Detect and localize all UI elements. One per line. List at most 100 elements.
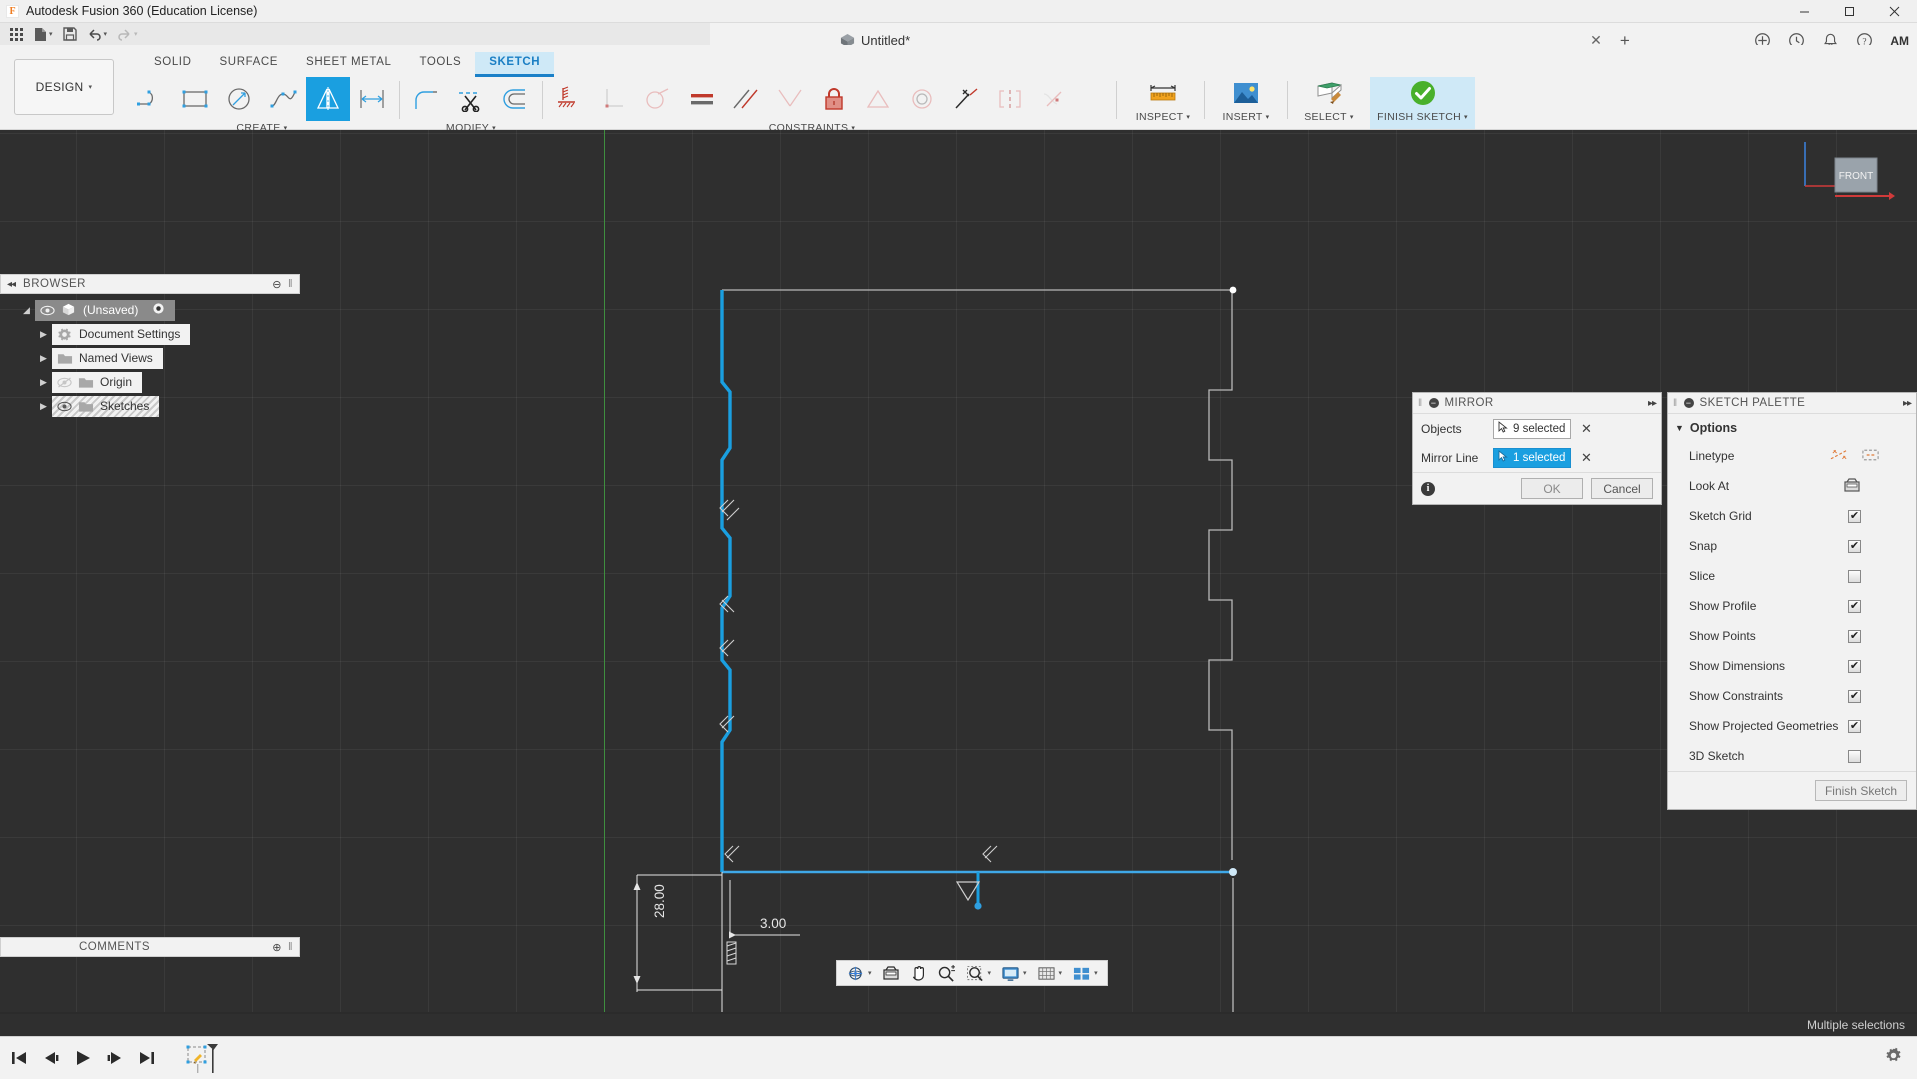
close-button[interactable]	[1872, 0, 1917, 23]
tab-sheet-metal[interactable]: SHEET METAL	[292, 52, 405, 74]
comments-grip-icon[interactable]: ‖	[288, 941, 293, 953]
jump-to-end-icon[interactable]	[138, 1050, 156, 1066]
jump-to-beginning-icon[interactable]	[10, 1050, 28, 1066]
zoom-window-button[interactable]: ▾	[962, 962, 996, 984]
objects-selection-box[interactable]: 9 selected	[1493, 419, 1571, 439]
redo-icon[interactable]: ▾	[113, 24, 142, 44]
dialog-forward-icon[interactable]: ▸▸	[1648, 398, 1656, 409]
tab-surface[interactable]: SURFACE	[206, 52, 293, 74]
objects-clear-icon[interactable]: ✕	[1581, 421, 1592, 437]
line-tool-icon[interactable]	[130, 77, 174, 121]
show-projected-geometries-checkbox[interactable]: ✔	[1848, 720, 1861, 733]
snap-checkbox[interactable]: ✔	[1848, 540, 1861, 553]
mirror-tool-icon[interactable]	[306, 77, 350, 121]
look-at-icon[interactable]	[1843, 477, 1861, 496]
fix-unfix-lock-icon[interactable]	[812, 77, 856, 121]
visibility-eye-icon[interactable]	[57, 400, 72, 412]
browser-row-target-icon[interactable]	[152, 302, 165, 318]
zoom-button[interactable]	[933, 962, 960, 984]
insert-button[interactable]: INSERT ▾	[1205, 77, 1287, 129]
options-section-header[interactable]: ▼ Options	[1668, 414, 1916, 441]
trim-scissors-icon[interactable]	[449, 77, 493, 121]
expander-icon[interactable]: ▶	[35, 377, 52, 388]
browser-row-named-views[interactable]: ▶ Named Views	[0, 346, 300, 370]
inspect-button[interactable]: INSPECT ▾	[1122, 77, 1204, 129]
midpoint-constraint-icon[interactable]	[768, 77, 812, 121]
centerline-icon[interactable]	[1861, 447, 1880, 466]
dialog-grip-icon[interactable]: ‖	[1418, 398, 1423, 409]
curvature-constraint-icon[interactable]	[1032, 77, 1076, 121]
palette-forward-icon[interactable]: ▸▸	[1903, 398, 1911, 409]
equal-constraint-icon[interactable]	[680, 77, 724, 121]
3d-sketch-checkbox[interactable]	[1848, 750, 1861, 763]
construction-line-icon[interactable]	[1830, 447, 1849, 466]
browser-dot-icon[interactable]: ⊖	[272, 278, 282, 291]
expander-icon[interactable]: ▶	[35, 329, 52, 340]
app-grid-icon[interactable]	[5, 24, 28, 44]
tab-tools[interactable]: TOOLS	[405, 52, 475, 74]
tab-solid[interactable]: SOLID	[140, 52, 206, 74]
undo-icon[interactable]: ▾	[83, 24, 112, 44]
fix-constraint-icon[interactable]	[548, 77, 592, 121]
expander-icon[interactable]: ▶	[35, 353, 52, 364]
symmetry-constraint-icon[interactable]	[856, 77, 900, 121]
show-points-checkbox[interactable]: ✔	[1848, 630, 1861, 643]
vertical-horizontal-constraint-icon[interactable]	[988, 77, 1032, 121]
orbit-caret-icon[interactable]: ▾	[868, 969, 872, 977]
finish-sketch-button[interactable]: FINISH SKETCH ▾	[1370, 77, 1475, 129]
mirror-line-clear-icon[interactable]: ✕	[1581, 450, 1592, 466]
fillet-tool-icon[interactable]	[405, 77, 449, 121]
visibility-eye-off-icon[interactable]	[57, 376, 72, 388]
slice-checkbox[interactable]	[1848, 570, 1861, 583]
play-icon[interactable]	[74, 1050, 92, 1066]
display-settings-button[interactable]: ▾	[997, 962, 1031, 984]
parallel-constraint-icon[interactable]	[724, 77, 768, 121]
new-file-caret[interactable]: ▾	[49, 30, 53, 38]
minimize-button[interactable]	[1782, 0, 1827, 23]
display-settings-caret-icon[interactable]: ▾	[1023, 969, 1027, 977]
timeline-settings-gear[interactable]	[1884, 1046, 1903, 1070]
show-constraints-checkbox[interactable]: ✔	[1848, 690, 1861, 703]
show-profile-checkbox[interactable]: ✔	[1848, 600, 1861, 613]
palette-grip-icon[interactable]: ‖	[1673, 398, 1678, 409]
mirror-dialog-header[interactable]: ‖ − MIRROR ▸▸	[1413, 393, 1661, 414]
show-dimensions-checkbox[interactable]: ✔	[1848, 660, 1861, 673]
select-button[interactable]: SELECT ▾	[1288, 77, 1370, 129]
height-dimension-text[interactable]: 28.00	[652, 884, 667, 918]
orbit-button[interactable]: ▾	[842, 962, 876, 984]
sketch-grid-checkbox[interactable]: ✔	[1848, 510, 1861, 523]
dialog-collapse-icon[interactable]: −	[1429, 398, 1439, 408]
ok-button[interactable]: OK	[1521, 478, 1583, 499]
mirror-line-selection-box[interactable]: 1 selected	[1493, 448, 1571, 468]
view-cube[interactable]: FRONT	[1799, 140, 1895, 226]
circle-tool-icon[interactable]	[218, 77, 262, 121]
navigation-bar[interactable]: ▾ ▾ ▾ ▾	[836, 960, 1108, 986]
step-back-icon[interactable]	[42, 1050, 60, 1066]
rectangle-tool-icon[interactable]	[174, 77, 218, 121]
comments-add-icon[interactable]: ⊕	[272, 941, 282, 954]
browser-row-unsaved[interactable]: ◢ (Unsaved)	[0, 298, 300, 322]
save-icon[interactable]	[59, 24, 81, 44]
grid-snaps-caret-icon[interactable]: ▾	[1059, 969, 1063, 977]
info-icon[interactable]: i	[1421, 482, 1435, 496]
sketch-canvas[interactable]: 28.00 3.00 126.00 FRONT ◂◂ BROWSER ⊖ ‖ ◢	[0, 130, 1917, 1012]
expander-icon[interactable]: ◢	[18, 305, 35, 316]
spline-tool-icon[interactable]	[262, 77, 306, 121]
expander-icon[interactable]: ▶	[35, 401, 52, 412]
sketch-palette-header[interactable]: ‖ − SKETCH PALETTE ▸▸	[1668, 393, 1916, 414]
undo-caret[interactable]: ▾	[104, 30, 108, 38]
tangent-constraint-icon[interactable]	[636, 77, 680, 121]
visibility-eye-icon[interactable]	[40, 304, 55, 316]
comments-panel[interactable]: COMMENTS ⊕ ‖	[0, 937, 300, 957]
browser-row-origin[interactable]: ▶ Origin	[0, 370, 300, 394]
browser-row-document-settings[interactable]: ▶ Document Settings	[0, 322, 300, 346]
mirror-dialog[interactable]: ‖ − MIRROR ▸▸ Objects 9 selected ✕ Mirro…	[1412, 392, 1662, 505]
tab-sketch[interactable]: SKETCH	[475, 52, 554, 77]
browser-collapse-icon[interactable]: ◂◂	[7, 279, 15, 290]
browser-grip-icon[interactable]: ‖	[288, 278, 293, 290]
palette-finish-sketch-button[interactable]: Finish Sketch	[1815, 780, 1907, 801]
sketch-palette[interactable]: ‖ − SKETCH PALETTE ▸▸ ▼ Options Linetype…	[1667, 392, 1917, 810]
browser-header[interactable]: ◂◂ BROWSER ⊖ ‖	[0, 274, 300, 294]
cancel-button[interactable]: Cancel	[1591, 478, 1653, 499]
step-forward-icon[interactable]	[106, 1050, 124, 1066]
